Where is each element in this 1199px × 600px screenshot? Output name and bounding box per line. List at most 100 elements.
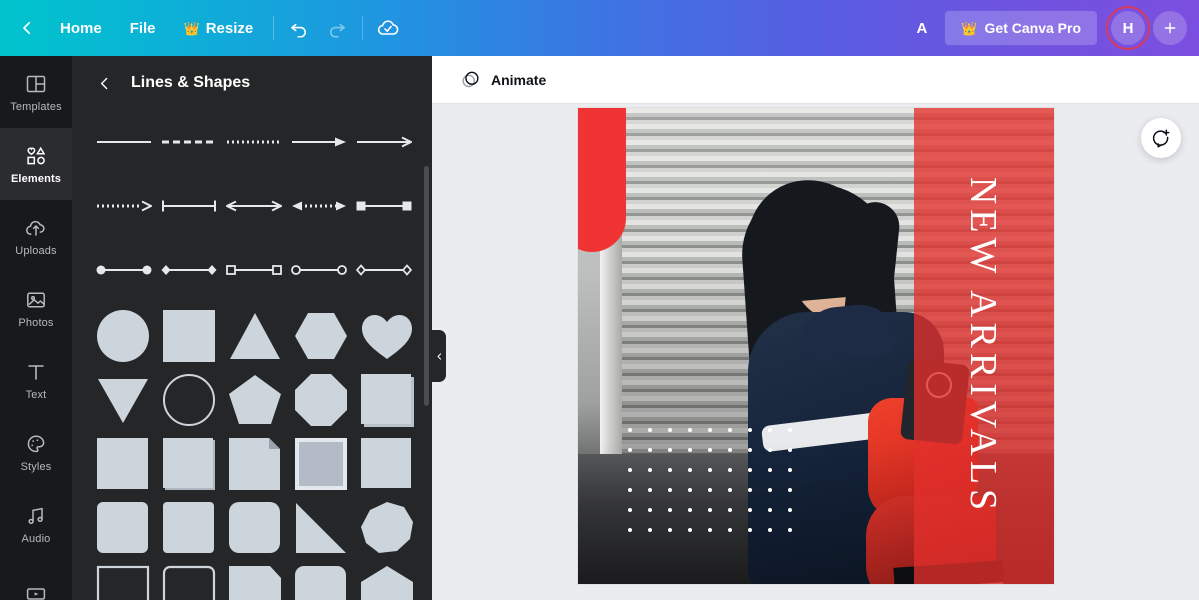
shape-rounded-square-outline[interactable] (160, 564, 218, 600)
shape-heart[interactable] (358, 308, 416, 364)
plus-icon (1164, 22, 1176, 34)
design-canvas[interactable]: NEW ARRIVALS (577, 108, 1054, 584)
arrow-solid-thin-head[interactable] (354, 120, 414, 164)
grid-dot (767, 468, 772, 472)
chevron-left-icon (437, 352, 441, 360)
grid-dot (667, 468, 672, 472)
shape-rounded-rect[interactable] (292, 564, 350, 600)
undo-icon (291, 23, 307, 38)
grid-dot (627, 528, 632, 532)
panel-scrollbar[interactable] (424, 166, 429, 406)
grid-dot (707, 468, 712, 472)
share-add-button[interactable] (1153, 11, 1187, 45)
grid-dot (627, 508, 632, 512)
shape-square-soft-shadow[interactable] (160, 436, 218, 492)
grid-dot (747, 528, 752, 532)
sidebar-item-videos[interactable] (0, 560, 72, 600)
grid-dot (707, 528, 712, 532)
headline-text-element[interactable]: NEW ARRIVALS (914, 108, 1054, 584)
line-hollow-square-ends[interactable] (224, 248, 284, 292)
double-arrow-dotted[interactable] (289, 184, 349, 228)
sidebar-item-photos[interactable]: Photos (0, 272, 72, 344)
photos-icon (27, 292, 45, 307)
line-square-ends[interactable] (354, 184, 414, 228)
line-solid[interactable] (94, 120, 154, 164)
shape-square-flat[interactable] (358, 436, 416, 492)
dot-grid-element[interactable] (627, 428, 818, 538)
grid-dot (627, 448, 632, 452)
shape-square[interactable] (160, 308, 218, 364)
line-filled-circle-ends[interactable] (94, 248, 154, 292)
shape-triangle-down[interactable] (94, 372, 152, 428)
sidebar-item-uploads[interactable]: Uploads (0, 200, 72, 272)
home-label: Home (60, 19, 102, 37)
sidebar-item-label: Styles (20, 460, 52, 473)
line-hollow-diamond-ends[interactable] (354, 248, 414, 292)
uploads-icon (26, 220, 45, 236)
arrow-solid-filled-head[interactable] (289, 120, 349, 164)
double-arrow[interactable] (224, 184, 284, 228)
headline-label: NEW ARRIVALS (962, 176, 1005, 516)
shape-right-triangle[interactable] (292, 500, 350, 556)
shape-pentagon-wide[interactable] (358, 564, 416, 600)
sidebar-item-text[interactable]: Text (0, 344, 72, 416)
grid-dot (727, 448, 732, 452)
shape-circle-outline[interactable] (160, 372, 218, 428)
grid-dot (707, 428, 712, 432)
back-chevron-icon[interactable] (12, 11, 46, 45)
shape-pentagon[interactable] (226, 372, 284, 428)
line-dotted[interactable] (224, 120, 284, 164)
sidebar-item-elements[interactable]: Elements (0, 128, 72, 200)
redo-button[interactable] (318, 9, 356, 47)
undo-button[interactable] (280, 9, 318, 47)
line-filled-diamond-ends[interactable] (159, 248, 219, 292)
animate-button[interactable]: Animate (450, 63, 556, 96)
avatar[interactable]: H (1111, 11, 1145, 45)
sidebar-item-styles[interactable]: Styles (0, 416, 72, 488)
grid-dot (687, 528, 692, 532)
shape-triangle[interactable] (226, 308, 284, 364)
shape-square-plain[interactable] (94, 436, 152, 492)
add-comment-button[interactable] (1141, 118, 1181, 158)
shape-square-shadow[interactable] (358, 372, 416, 428)
grid-dot (667, 448, 672, 452)
panel-back-button[interactable] (92, 71, 117, 96)
canva-editor-window: Home File 👑 Resize A 👑 Get Canva Pro H T… (0, 0, 1199, 600)
line-dashed[interactable] (159, 120, 219, 164)
editor-area: Animate NEW ARRIVALS (432, 56, 1199, 600)
shape-square-cut-corner[interactable] (226, 564, 284, 600)
grid-dot (687, 488, 692, 492)
shape-square-outline[interactable] (94, 564, 152, 600)
shape-hexagon[interactable] (292, 308, 350, 364)
file-menu-button[interactable]: File (116, 13, 170, 44)
shape-square-folded-corner[interactable] (226, 436, 284, 492)
collapse-panel-handle[interactable] (432, 330, 446, 382)
grid-dot (627, 428, 632, 432)
grid-dot (727, 488, 732, 492)
arrow-dotted[interactable] (94, 184, 154, 228)
shapes-grid (94, 308, 414, 600)
shape-rounded-square-3[interactable] (226, 500, 284, 556)
styles-icon (27, 435, 45, 452)
shape-octagon[interactable] (292, 372, 350, 428)
get-canva-pro-label: Get Canva Pro (984, 20, 1081, 36)
get-canva-pro-button[interactable]: 👑 Get Canva Pro (945, 11, 1097, 45)
grid-dot (787, 508, 792, 512)
shape-nonagon[interactable] (358, 500, 416, 556)
shape-square-framed[interactable] (292, 436, 350, 492)
sidebar-item-templates[interactable]: Templates (0, 56, 72, 128)
sidebar-item-label: Uploads (15, 244, 57, 257)
line-with-end-caps[interactable] (159, 184, 219, 228)
grid-dot (727, 468, 732, 472)
line-hollow-circle-ends[interactable] (289, 248, 349, 292)
resize-button[interactable]: 👑 Resize (170, 13, 268, 44)
sidebar-item-audio[interactable]: Audio (0, 488, 72, 560)
saved-to-cloud-button[interactable] (369, 9, 407, 47)
shape-rounded-square-2[interactable] (160, 500, 218, 556)
design-title[interactable]: A (898, 20, 945, 37)
grid-dot (647, 448, 652, 452)
shape-circle[interactable] (94, 308, 152, 364)
home-button[interactable]: Home (46, 13, 116, 44)
shape-rounded-square[interactable] (94, 500, 152, 556)
grid-dot (707, 508, 712, 512)
